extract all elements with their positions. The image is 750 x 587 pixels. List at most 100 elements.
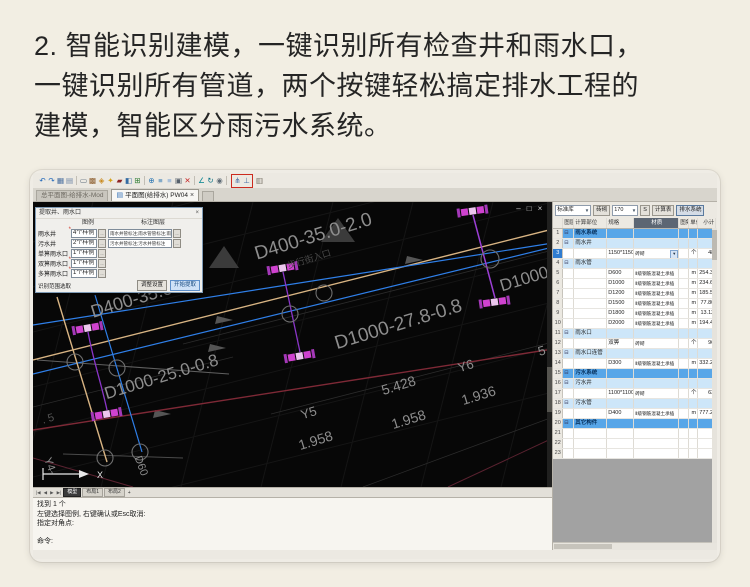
drainage-system-button[interactable]: 排水系统: [676, 205, 704, 216]
table-row[interactable]: 14D300Ⅱ级钢筋混凝土承插m332.22: [553, 359, 717, 369]
region-icon[interactable]: ▰: [115, 175, 124, 186]
browse-button[interactable]: ...: [98, 239, 106, 248]
tree-toggle[interactable]: ⊟: [563, 379, 574, 388]
measure-icon[interactable]: ∠: [197, 175, 206, 186]
tab-drawing-active[interactable]: ▤ 平面图(给排水) PW04 ×: [111, 189, 199, 201]
tree-toggle[interactable]: ⊟: [563, 229, 574, 238]
pan-alt-icon[interactable]: ≡: [165, 175, 174, 186]
fill-icon[interactable]: ◧: [124, 175, 133, 186]
dropdown-arrow-icon[interactable]: ▼: [670, 250, 678, 258]
canvas-close-button[interactable]: ×: [538, 204, 543, 213]
zoom-extents-icon[interactable]: ⊕: [147, 175, 156, 186]
tree-toggle[interactable]: [563, 449, 574, 458]
tab-stub[interactable]: [202, 191, 214, 201]
tree-toggle[interactable]: [563, 359, 574, 368]
browse-button[interactable]: ...: [173, 239, 181, 248]
table-row[interactable]: 10D2000Ⅱ级钢筋混凝土承插m194.44: [553, 319, 717, 329]
light-icon[interactable]: ✦: [106, 175, 115, 186]
tree-toggle[interactable]: ⊟: [563, 349, 574, 358]
command-line-area[interactable]: 找到 1 个左键选择图例, 右键确认或Esc取消:指定对角点: 命令:: [33, 497, 552, 550]
small-button[interactable]: S: [640, 205, 650, 216]
tree-toggle[interactable]: [563, 249, 574, 258]
calc-table-button[interactable]: 计算表: [652, 205, 675, 216]
material-button[interactable]: 砖砌: [593, 205, 610, 216]
table-row[interactable]: 8D1500Ⅱ级钢筋混凝土承插m77.80: [553, 299, 717, 309]
table-row[interactable]: 4⊟雨水管: [553, 259, 717, 269]
table-row[interactable]: 2⊟雨水井: [553, 239, 717, 249]
rect-select-icon[interactable]: ▭: [79, 175, 88, 186]
table-row[interactable]: 7D1200Ⅱ级钢筋混凝土承插m185.51: [553, 289, 717, 299]
browse-button[interactable]: ...: [98, 259, 106, 268]
sample-count-input[interactable]: 1个样例: [71, 259, 97, 268]
pan-icon[interactable]: ≡: [156, 175, 165, 186]
table-row[interactable]: 21: [553, 429, 717, 439]
table-row[interactable]: 16⊟污水井: [553, 379, 717, 389]
panel-vertical-scrollbar[interactable]: [712, 228, 717, 543]
command-prompt[interactable]: 命令:: [37, 537, 53, 546]
tree-toggle[interactable]: ⊟: [563, 329, 574, 338]
layout-nav-button[interactable]: ◀: [43, 490, 48, 496]
browse-button[interactable]: ...: [98, 269, 106, 278]
table-row[interactable]: 5D600Ⅱ级钢筋混凝土承插m254.39: [553, 269, 717, 279]
add-block-icon[interactable]: ⊞: [133, 175, 142, 186]
table-row[interactable]: 20⊟其它构件: [553, 419, 717, 429]
tree-toggle[interactable]: [563, 279, 574, 288]
extract-pipes-icon[interactable]: ⊥: [242, 175, 251, 186]
table-row[interactable]: 9D1800Ⅱ级钢筋混凝土承插m13.12: [553, 309, 717, 319]
panel-horizontal-scrollbar[interactable]: [553, 542, 717, 550]
layout-nav-button[interactable]: ▶: [49, 490, 54, 496]
browse-button[interactable]: ...: [173, 229, 181, 238]
browse-button[interactable]: ...: [98, 229, 106, 238]
tree-toggle[interactable]: [563, 309, 574, 318]
tree-toggle[interactable]: [563, 269, 574, 278]
tab-close-icon[interactable]: ×: [190, 190, 194, 201]
table-row[interactable]: 6D1000Ⅱ级钢筋混凝土承插m234.67: [553, 279, 717, 289]
layer-input[interactable]: 雨水井管标注;雨水管管标注;雨水: [108, 229, 172, 238]
layer-color-icon[interactable]: ◈: [97, 175, 106, 186]
add-layout-button[interactable]: +: [126, 490, 133, 496]
tree-toggle[interactable]: [563, 439, 574, 448]
extract-wells-icon[interactable]: ⋔: [233, 175, 242, 186]
save-icon[interactable]: ▦: [56, 175, 65, 186]
table-row[interactable]: 18⊟污水管: [553, 399, 717, 409]
tree-toggle[interactable]: ⊟: [563, 369, 574, 378]
table-row[interactable]: 19D400Ⅱ级钢筋混凝土承插m777.25: [553, 409, 717, 419]
tree-toggle[interactable]: [563, 319, 574, 328]
tree-toggle[interactable]: [563, 409, 574, 418]
table-row[interactable]: 23: [553, 449, 717, 459]
table-row[interactable]: 31150*1150砖砌▼个48: [553, 249, 717, 259]
erase-icon[interactable]: ✕: [183, 175, 192, 186]
drawing-canvas[interactable]: X D400-35.0-2.0D400-35.0-2.0D1000-27.8-0…: [33, 202, 552, 487]
settings-button[interactable]: 调整设置: [137, 280, 167, 291]
table-row[interactable]: 11⊟雨水口: [553, 329, 717, 339]
tree-toggle[interactable]: ⊟: [563, 259, 574, 268]
table-row[interactable]: 15⊟污水系统: [553, 369, 717, 379]
tree-toggle[interactable]: [563, 289, 574, 298]
range-select-label[interactable]: 识别范围选取: [38, 282, 134, 290]
table-row[interactable]: 171100*1100砖砌个63: [553, 389, 717, 399]
layout-tab-布局1[interactable]: 布局1: [82, 488, 103, 497]
tree-toggle[interactable]: ⊟: [563, 399, 574, 408]
layout-tab-布局2[interactable]: 布局2: [104, 488, 125, 497]
canvas-minimize-button[interactable]: –: [516, 204, 520, 213]
undo-icon[interactable]: ↶: [38, 175, 47, 186]
tab-drawing-inactive[interactable]: 总平面图-给排水-Mod: [36, 190, 108, 201]
tree-toggle[interactable]: [563, 339, 574, 348]
table-row[interactable]: 1⊟雨水系统: [553, 229, 717, 239]
layout-nav-button[interactable]: |◀: [35, 490, 42, 496]
sample-count-input[interactable]: 1个样例: [71, 249, 97, 258]
start-extract-button[interactable]: 开始提取: [170, 280, 200, 291]
tree-toggle[interactable]: ⊟: [563, 419, 574, 428]
viewport-icon[interactable]: ▣: [174, 175, 183, 186]
rotate-icon[interactable]: ↻: [206, 175, 215, 186]
tree-toggle[interactable]: [563, 389, 574, 398]
scale-combo[interactable]: 170▼: [612, 205, 638, 216]
layer-input[interactable]: 污水井管标注;污水井管标注: [108, 239, 172, 248]
canvas-maximize-button[interactable]: □: [527, 204, 532, 213]
layout-tab-模型[interactable]: 模型: [63, 488, 81, 497]
dialog-close-icon[interactable]: ×: [195, 208, 199, 218]
layout-nav-button[interactable]: ▶|: [56, 490, 63, 496]
browse-button[interactable]: ...: [98, 249, 106, 258]
sample-count-input[interactable]: 1个样例: [71, 269, 97, 278]
circle-center-icon[interactable]: ◉: [215, 175, 224, 186]
